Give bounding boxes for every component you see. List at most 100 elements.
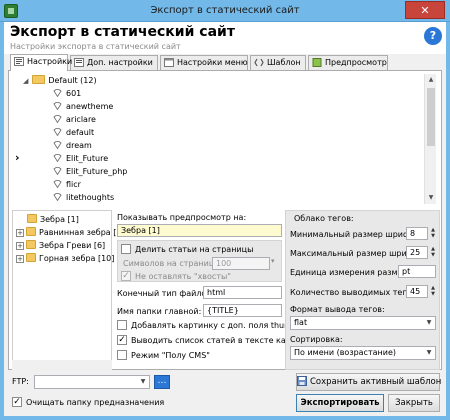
unit-label: Единица измерения размера: bbox=[290, 268, 416, 277]
semi-cms-label: Режим "Полу CMS" bbox=[131, 351, 210, 360]
close-window-button[interactable]: ✕ bbox=[405, 1, 445, 19]
tree-item-label: ariclare bbox=[66, 115, 96, 124]
format-label: Формат вывода тегов: bbox=[290, 305, 385, 314]
filetype-field[interactable]: html bbox=[203, 286, 282, 299]
tree-item[interactable]: Elit_Future_php bbox=[53, 165, 127, 178]
tab-template[interactable]: Шаблон bbox=[250, 55, 306, 70]
list-item[interactable]: + Зебра Греви [6] bbox=[16, 240, 105, 252]
save-template-button[interactable]: Сохранить активный шаблон bbox=[296, 373, 442, 391]
template-icon bbox=[53, 101, 62, 110]
semi-cms-checkbox[interactable] bbox=[117, 350, 127, 360]
tree-item[interactable]: Elit_Future bbox=[53, 152, 108, 165]
preview-label: Показывать предпросмотр на: bbox=[117, 213, 247, 222]
tab-menu-settings[interactable]: Настройки меню bbox=[160, 55, 248, 70]
scroll-up-icon[interactable]: ▲ bbox=[425, 74, 437, 86]
sort-select[interactable]: По имени (возрастание) ▼ bbox=[290, 346, 436, 360]
list-item-label: Равнинная зебра [ bbox=[39, 228, 117, 237]
filetype-label: Конечный тип файлов: bbox=[117, 289, 214, 298]
tree-item[interactable]: flicr bbox=[53, 178, 81, 191]
template-icon bbox=[53, 153, 62, 162]
tree-item[interactable]: litethoughts bbox=[53, 191, 114, 204]
clear-folder-label: Очищать папку предназначения bbox=[26, 398, 165, 407]
tab-menu-settings-label: Настройки меню bbox=[177, 58, 248, 67]
dialog-header: Экспорт в статический сайт Настройки экс… bbox=[4, 22, 446, 54]
tab-settings[interactable]: Настройки bbox=[10, 54, 72, 71]
tab-bar: Настройки Доп. настройки Настройки меню … bbox=[4, 54, 446, 71]
export-button[interactable]: Экспортировать bbox=[296, 394, 384, 412]
no-tails-checkbox[interactable]: ✓ bbox=[121, 271, 131, 281]
chevron-down-icon[interactable]: ▼ bbox=[423, 347, 435, 359]
tree-item[interactable]: dream bbox=[53, 139, 92, 152]
tree-item-label: Elit_Future_php bbox=[66, 167, 128, 176]
header-subtitle: Настройки экспорта в статический сайт bbox=[10, 42, 181, 51]
tree-item-label: default bbox=[66, 128, 95, 137]
tree-item[interactable]: 601 bbox=[53, 87, 81, 100]
template-icon bbox=[53, 179, 62, 188]
help-icon[interactable]: ? bbox=[424, 27, 442, 45]
list-item[interactable]: + Равнинная зебра [ bbox=[16, 227, 116, 239]
thumb-checkbox[interactable] bbox=[117, 320, 127, 330]
preview-field[interactable]: Зебра [1] bbox=[117, 224, 282, 237]
no-tails-label: Не оставлять "хвосты" bbox=[135, 272, 231, 281]
min-size-field[interactable]: 8 bbox=[406, 227, 428, 240]
close-button[interactable]: Закрыть bbox=[388, 394, 440, 412]
expand-icon[interactable]: + bbox=[16, 241, 24, 250]
tab-preview[interactable]: Предпросмотр bbox=[308, 55, 388, 70]
template-icon bbox=[53, 114, 62, 123]
min-size-stepper[interactable]: ▲ ▼ bbox=[429, 227, 437, 240]
list-item[interactable]: Зебра [1] bbox=[27, 214, 79, 226]
list-in-category-checkbox[interactable]: ✓ bbox=[117, 335, 127, 345]
expand-icon[interactable]: + bbox=[16, 228, 24, 237]
max-size-field[interactable]: 25 bbox=[406, 246, 428, 259]
chevron-down-icon[interactable]: ▼ bbox=[137, 376, 149, 388]
clear-folder-checkbox[interactable]: ✓ bbox=[12, 397, 22, 407]
tree-root-label: Default (12) bbox=[48, 76, 97, 85]
template-tab-icon bbox=[254, 58, 264, 67]
sort-select-value: По имени (возрастание) bbox=[294, 348, 396, 357]
expand-icon[interactable]: + bbox=[16, 254, 24, 263]
chars-field[interactable]: 100 bbox=[212, 257, 270, 270]
chars-label: Символов на странице: bbox=[123, 259, 222, 268]
scroll-down-icon[interactable]: ▼ bbox=[425, 192, 437, 204]
split-label: Делить статьи на страницы bbox=[135, 245, 254, 254]
collapse-icon[interactable]: ◢ bbox=[23, 77, 28, 85]
ftp-settings-button[interactable]: … bbox=[154, 375, 170, 389]
template-tree[interactable]: ◢ Default (12) 601 anewtheme ariclare def… bbox=[13, 74, 425, 204]
tag-cloud-group: Облако тегов: Минимальный размер шрифта:… bbox=[285, 210, 440, 370]
list-in-category-label: Выводить список статей в тексте катег. bbox=[131, 336, 303, 345]
count-stepper[interactable]: ▲ ▼ bbox=[429, 285, 437, 298]
tree-item[interactable]: anewtheme bbox=[53, 100, 113, 113]
template-icon bbox=[53, 127, 62, 136]
category-hscrollbar[interactable] bbox=[12, 360, 112, 370]
tree-root[interactable]: ◢ Default (12) bbox=[23, 74, 97, 87]
category-tree[interactable]: Зебра [1] + Равнинная зебра [ + Зебра Грев… bbox=[12, 210, 116, 370]
chevron-down-icon[interactable]: ▼ bbox=[423, 317, 435, 329]
save-template-label: Сохранить активный шаблон bbox=[310, 377, 442, 387]
tree-item[interactable]: default bbox=[53, 126, 94, 139]
mainfolder-field[interactable]: {TITLE} bbox=[203, 304, 282, 317]
scrollbar-thumb[interactable] bbox=[427, 88, 435, 146]
chars-stepper[interactable]: ▾ bbox=[271, 257, 275, 265]
ftp-select[interactable]: ▼ bbox=[34, 375, 150, 389]
unit-field[interactable]: pt bbox=[398, 265, 436, 278]
template-icon bbox=[53, 140, 62, 149]
list-item-label: Зебра [1] bbox=[40, 215, 79, 224]
format-select[interactable]: flat ▼ bbox=[290, 316, 436, 330]
split-group: Делить статьи на страницы Символов на ст… bbox=[117, 240, 282, 282]
list-item[interactable]: + Горная зебра [10] bbox=[16, 253, 114, 265]
tab-extra-settings[interactable]: Доп. настройки bbox=[70, 55, 158, 70]
tab-settings-label: Настройки bbox=[27, 57, 73, 66]
count-field[interactable]: 45 bbox=[406, 285, 428, 298]
tree-item[interactable]: ariclare bbox=[53, 113, 96, 126]
selected-row-marker: › bbox=[15, 151, 20, 164]
template-icon bbox=[53, 88, 62, 97]
tree-scrollbar[interactable]: ▲ ▼ bbox=[424, 74, 436, 204]
split-checkbox[interactable] bbox=[121, 244, 131, 254]
window-title: Экспорт в статический сайт bbox=[150, 5, 300, 16]
max-size-stepper[interactable]: ▲ ▼ bbox=[429, 246, 437, 259]
header-title: Экспорт в статический сайт bbox=[10, 24, 235, 40]
save-icon bbox=[297, 375, 307, 386]
tree-item-label: 601 bbox=[66, 89, 82, 98]
tab-template-label: Шаблон bbox=[267, 58, 301, 67]
settings-tab-icon bbox=[14, 57, 24, 66]
